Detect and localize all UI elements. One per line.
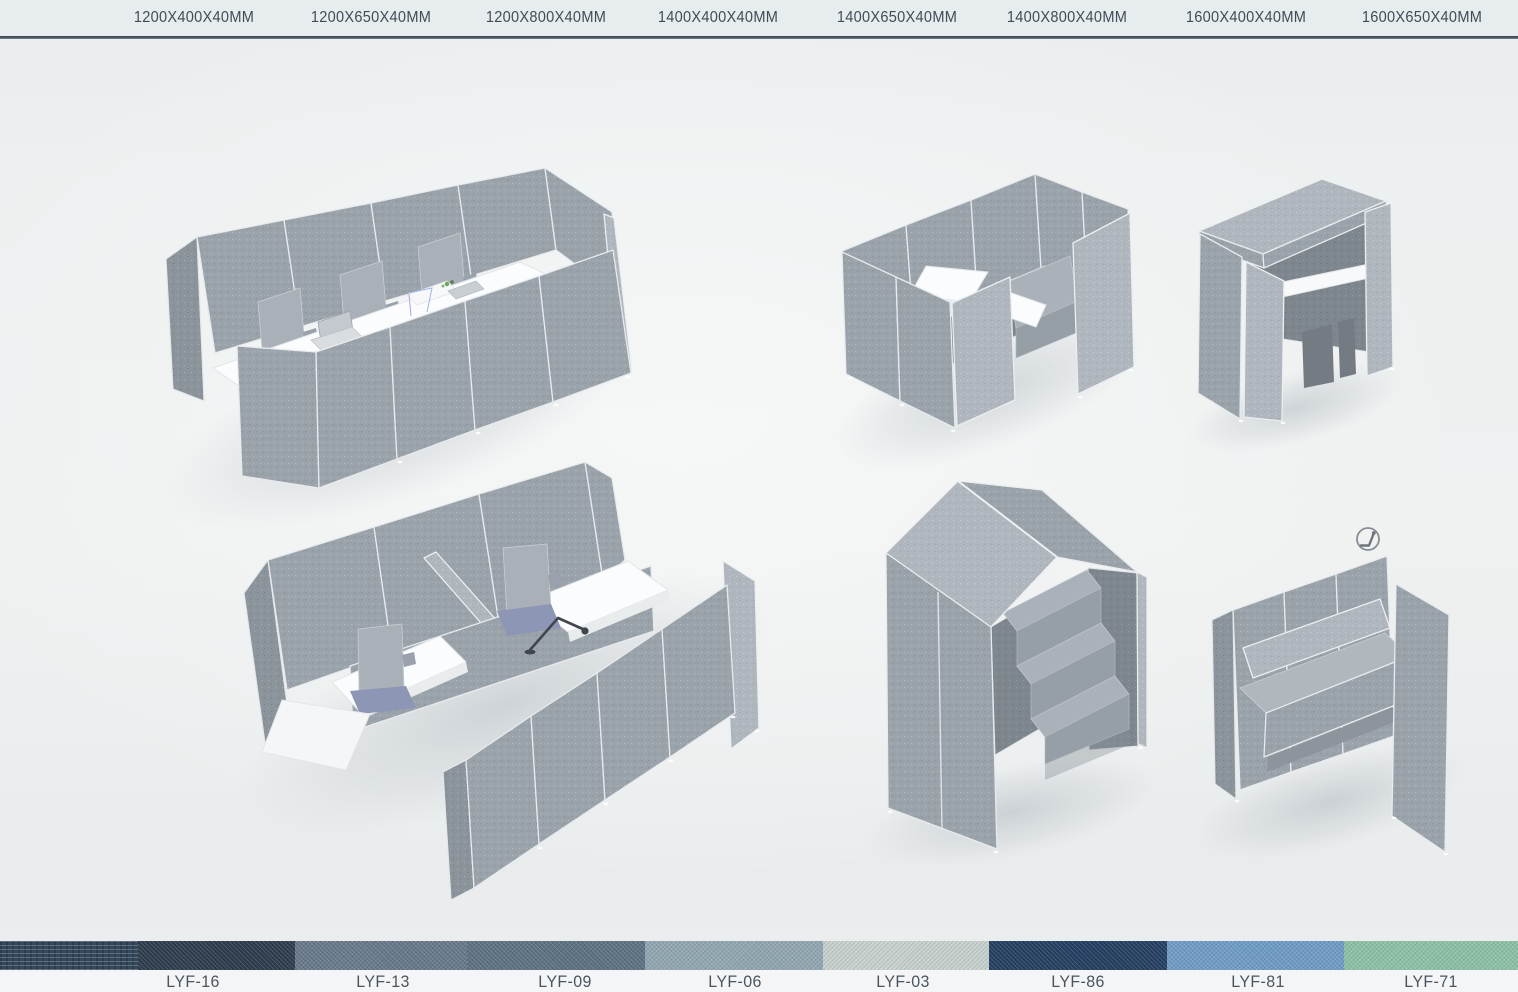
- product-meeting-pod: [813, 174, 1163, 503]
- product-standing-pod: [1177, 179, 1412, 472]
- fabric-code-label: LYF-16: [166, 972, 219, 992]
- fabric-panel: [237, 346, 319, 488]
- shelf-support: [1302, 324, 1334, 388]
- fabric-code-label: LYF-03: [876, 972, 929, 992]
- fabric-code-label: LYF-81: [1231, 972, 1284, 992]
- fabric-code-label: LYF-09: [538, 972, 591, 992]
- fabric-panel: [1073, 213, 1134, 394]
- fabric-swatch-strip: [0, 941, 1518, 970]
- fabric-swatch: [823, 941, 989, 970]
- dimension-label: 1600X400X40MM: [1186, 9, 1306, 27]
- fabric-panel: [1365, 203, 1393, 376]
- fabric-swatch: [645, 941, 823, 970]
- fabric-swatch: [295, 941, 467, 970]
- product-sofa-booth: [1181, 528, 1479, 883]
- fabric-panel: [1198, 234, 1242, 419]
- product-renders: [0, 39, 1518, 941]
- shelf-support: [1338, 318, 1356, 378]
- fabric-swatch: [467, 941, 645, 970]
- fabric-code-label: LYF-13: [356, 972, 409, 992]
- dimension-label: 1200X800X40MM: [486, 9, 606, 27]
- fabric-panel: [1137, 572, 1147, 748]
- dimension-label: 1400X800X40MM: [1007, 9, 1127, 27]
- product-hut-pod: [852, 481, 1168, 889]
- dimension-label: 1200X650X40MM: [311, 9, 431, 27]
- fabric-swatch: [1167, 941, 1344, 970]
- render-area: [0, 39, 1518, 941]
- fabric-panel: [458, 168, 556, 276]
- fabric-panel: [316, 327, 397, 488]
- dimension-label: 1200X400X40MM: [134, 9, 254, 27]
- fabric-code-label: LYF-86: [1051, 972, 1104, 992]
- fabric-panel: [1212, 610, 1236, 799]
- armchair-outline-icon: [1357, 528, 1379, 550]
- fabric-swatch: [989, 941, 1167, 970]
- fabric-panel: [465, 276, 553, 430]
- catalog-page: 1200X400X40MM 1200X650X40MM 1200X800X40M…: [0, 0, 1518, 992]
- fabric-panel: [1244, 262, 1284, 421]
- dimension-label: 1400X650X40MM: [837, 9, 957, 27]
- fabric-panel: [390, 301, 475, 459]
- fabric-swatch: [0, 941, 138, 970]
- fabric-panel: [952, 277, 1015, 426]
- dimension-label: 1600X650X40MM: [1362, 9, 1482, 27]
- fabric-panel: [1392, 584, 1449, 852]
- dimension-label: 1400X400X40MM: [658, 9, 778, 27]
- fabric-swatch: [138, 941, 295, 970]
- fabric-code-label: LYF-06: [708, 972, 761, 992]
- fabric-code-label: LYF-71: [1404, 972, 1457, 992]
- product-workstation-cluster: [205, 462, 806, 900]
- fabric-swatch: [1344, 941, 1518, 970]
- fabric-panel: [166, 237, 204, 401]
